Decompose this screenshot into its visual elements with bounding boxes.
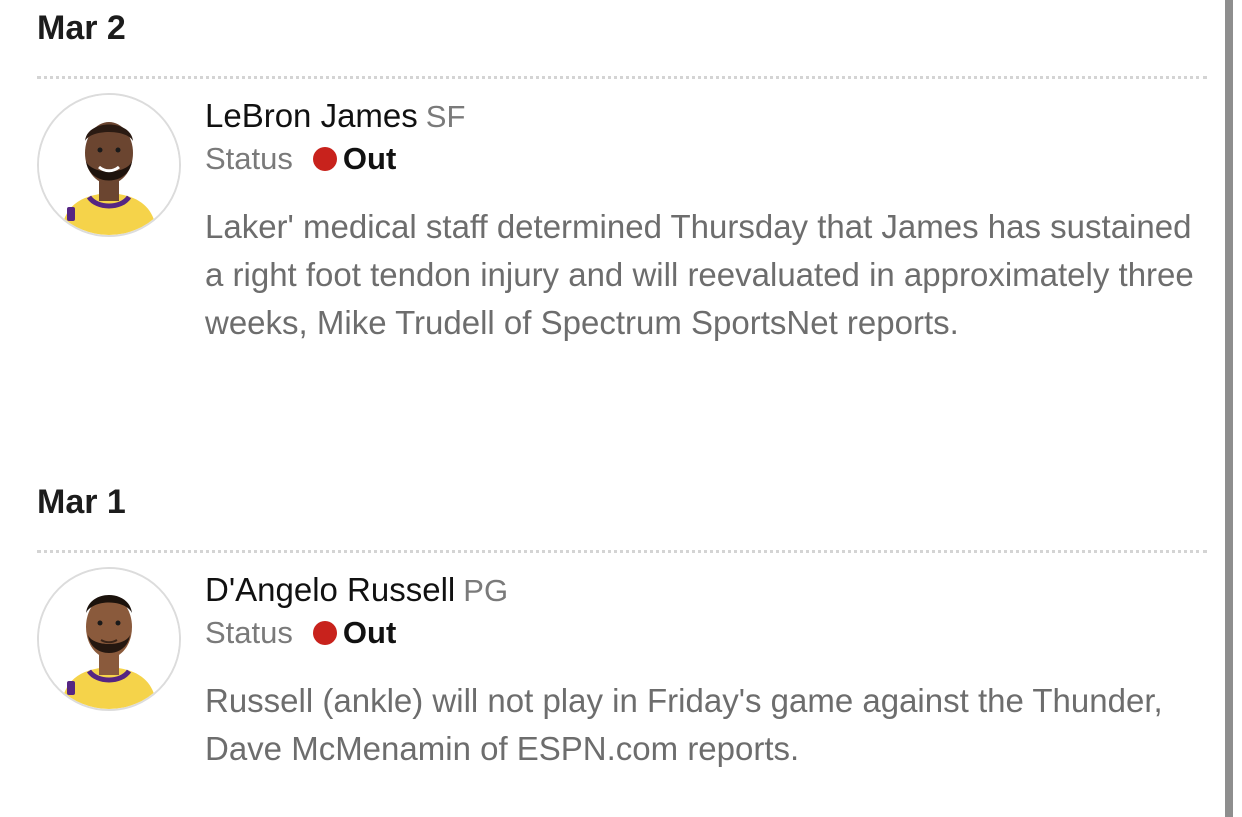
section-divider (37, 76, 1207, 79)
player-name-line: D'Angelo Russell PG (205, 570, 508, 611)
player-headshot-icon (39, 95, 179, 235)
player-name[interactable]: D'Angelo Russell (205, 571, 455, 608)
date-header: Mar 2 (37, 9, 126, 47)
player-name-line: LeBron James SF (205, 96, 465, 137)
injury-note: Russell (ankle) will not play in Friday'… (205, 682, 1163, 767)
status-line: Status Out (205, 140, 396, 178)
section-divider (37, 550, 1207, 553)
status-dot-icon (312, 621, 337, 645)
status-label: Status (205, 615, 293, 650)
player-headshot-icon (39, 569, 179, 709)
player-position: SF (425, 99, 466, 134)
status-line: Status Out (205, 614, 396, 652)
scrollbar[interactable] (1225, 0, 1233, 817)
injury-note: Laker' medical staff determined Thursday… (205, 208, 1194, 341)
date-header: Mar 1 (37, 483, 126, 521)
player-position: PG (463, 573, 509, 608)
player-avatar[interactable] (37, 93, 181, 237)
status-dot-icon (312, 147, 337, 171)
status-value: Out (342, 615, 397, 650)
player-avatar[interactable] (37, 567, 181, 711)
status-label: Status (205, 141, 293, 176)
status-value: Out (342, 141, 397, 176)
player-name[interactable]: LeBron James (205, 97, 418, 134)
